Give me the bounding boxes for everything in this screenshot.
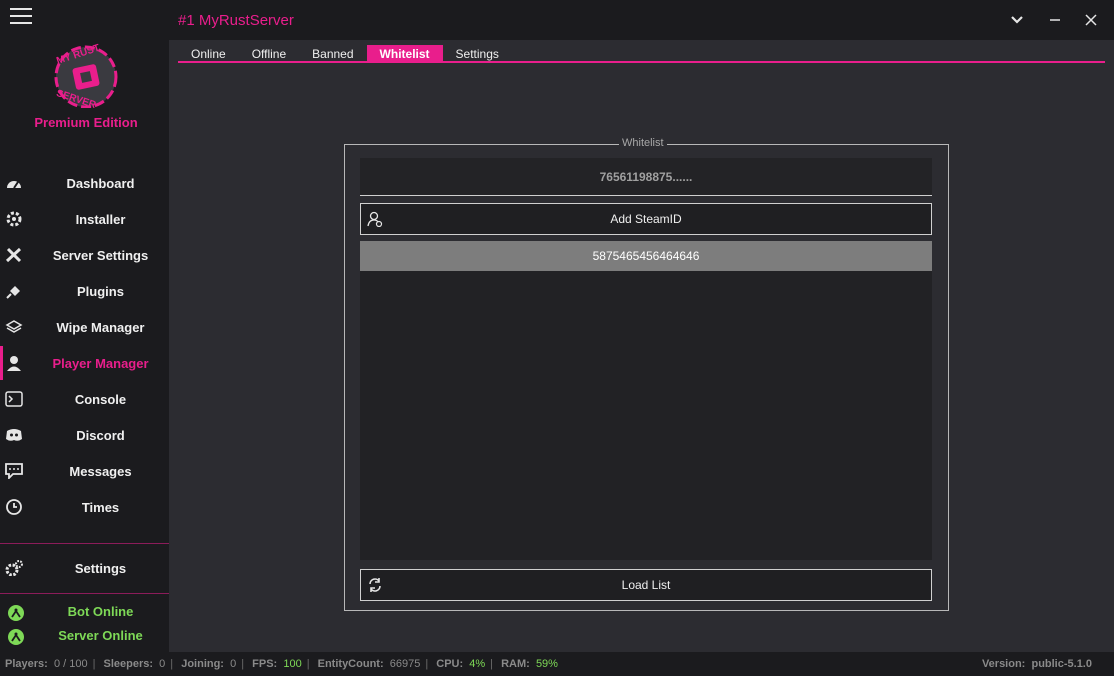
- minimize-icon[interactable]: [1045, 10, 1065, 30]
- sidebar-item-installer[interactable]: Installer: [0, 202, 169, 236]
- discord-icon: [6, 429, 22, 441]
- version-info: Version: public-5.1.0: [982, 652, 1092, 676]
- sidebar-item-messages[interactable]: Messages: [0, 454, 169, 488]
- fps-value: 100: [283, 658, 302, 670]
- user-icon: [7, 356, 21, 371]
- sidebar-item-plugins[interactable]: Plugins: [0, 274, 169, 308]
- title-bar: #1 MyRustServer: [169, 0, 1114, 40]
- sidebar-item-settings[interactable]: Settings: [0, 551, 169, 585]
- sidebar-item-label: Messages: [69, 463, 132, 479]
- sidebar-item-label: Dashboard: [66, 175, 135, 191]
- list-item[interactable]: 5875465456464646: [360, 241, 932, 271]
- wrench-icon: [5, 247, 22, 263]
- whitelist-group: Whitelist Add SteamID 5875465456464646 L…: [344, 137, 949, 611]
- collapse-chevron-icon[interactable]: [1007, 10, 1027, 30]
- sidebar-item-label: Discord: [76, 427, 125, 443]
- hamburger-menu-icon[interactable]: [10, 8, 32, 26]
- whitelist-group-title: Whitelist: [619, 137, 667, 149]
- sidebar-item-discord[interactable]: Discord: [0, 418, 169, 452]
- cpu-value: 4%: [469, 658, 486, 670]
- antenna-icon: [8, 629, 24, 645]
- cpu-label: CPU:: [436, 658, 464, 670]
- version-value: public-5.1.0: [1031, 658, 1092, 670]
- layers-icon: [5, 320, 23, 333]
- sidebar-item-label: Plugins: [77, 283, 124, 299]
- sidebar-item-wipe-manager[interactable]: Wipe Manager: [0, 310, 169, 344]
- sidebar-divider: [0, 543, 169, 544]
- sidebar-item-dashboard[interactable]: Dashboard: [0, 166, 169, 200]
- sidebar-item-label: Times: [81, 499, 120, 515]
- joining-value: 0: [230, 658, 237, 670]
- server-status-label: Server Online: [58, 628, 143, 643]
- antenna-icon: [8, 605, 24, 621]
- joining-label: Joining:: [181, 658, 224, 670]
- ram-label: RAM:: [501, 658, 530, 670]
- bot-status: Bot Online: [0, 601, 169, 623]
- entity-count-value: 66975: [389, 658, 421, 670]
- server-status: Server Online: [0, 625, 169, 647]
- sidebar-divider: [0, 593, 169, 594]
- sidebar-item-label: Settings: [74, 560, 127, 576]
- plug-icon: [6, 286, 20, 299]
- version-label: Version:: [981, 658, 1026, 670]
- bot-status-label: Bot Online: [67, 604, 134, 619]
- clock-icon: [6, 499, 22, 515]
- players-label: Players:: [5, 658, 48, 670]
- entity-count-label: EntityCount:: [317, 658, 384, 670]
- add-user-icon: [367, 211, 383, 227]
- add-steamid-label: Add SteamID: [610, 212, 682, 226]
- settings-gears-icon: [5, 560, 23, 576]
- terminal-icon: [5, 391, 23, 407]
- sidebar-item-label: Console: [74, 391, 127, 407]
- app-logo: MY RUST SERVER: [54, 43, 118, 108]
- load-list-button[interactable]: Load List: [360, 569, 932, 601]
- sidebar-item-server-settings[interactable]: Server Settings: [0, 238, 169, 272]
- sidebar-item-player-manager[interactable]: Player Manager: [0, 346, 169, 380]
- dashboard-icon: [7, 181, 21, 189]
- chat-icon: [5, 463, 23, 479]
- add-steamid-button[interactable]: Add SteamID: [360, 203, 932, 235]
- sidebar-item-console[interactable]: Console: [0, 382, 169, 416]
- whitelist-list[interactable]: 5875465456464646: [360, 241, 932, 560]
- main-panel: Online Offline Banned Whitelist Settings…: [169, 40, 1114, 652]
- sleepers-label: Sleepers:: [103, 658, 154, 670]
- steamid-input[interactable]: [360, 158, 932, 196]
- installer-gear-icon: [6, 211, 22, 227]
- sidebar-item-label: Wipe Manager: [56, 319, 145, 335]
- sidebar-item-label: Installer: [75, 211, 126, 227]
- fps-label: FPS:: [252, 658, 278, 670]
- sidebar-item-label: Player Manager: [52, 355, 149, 371]
- sidebar: MY RUST SERVER Premium Edition Dashboard…: [0, 0, 169, 652]
- sleepers-value: 0: [159, 658, 166, 670]
- tab-underline: [178, 61, 1105, 63]
- status-bar: Players: 0 / 100 | Sleepers: 0 | Joining: …: [0, 652, 1114, 676]
- players-value: 0 / 100: [53, 658, 88, 670]
- refresh-icon: [369, 578, 381, 592]
- app-title: #1 MyRustServer: [178, 12, 294, 29]
- sidebar-item-label: Server Settings: [52, 247, 149, 263]
- close-icon[interactable]: [1081, 10, 1101, 30]
- edition-label: Premium Edition: [34, 115, 138, 130]
- load-list-label: Load List: [621, 578, 671, 592]
- sidebar-item-times[interactable]: Times: [0, 490, 169, 524]
- ram-value: 59%: [535, 658, 558, 670]
